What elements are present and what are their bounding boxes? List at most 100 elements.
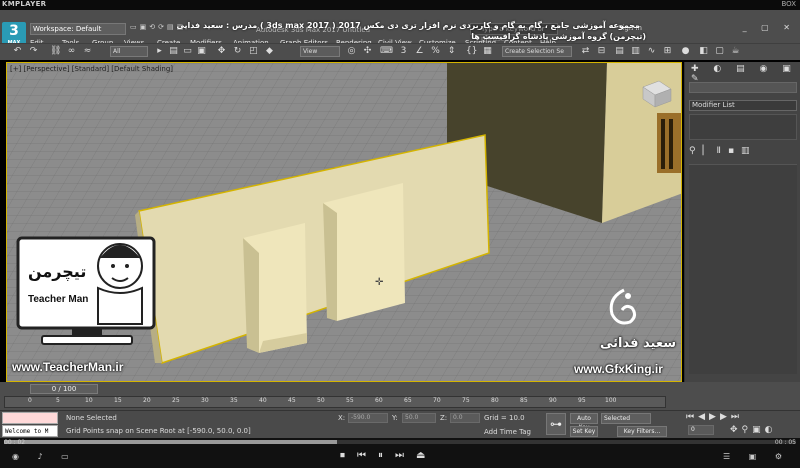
percent-snap-icon[interactable]: % <box>430 46 441 57</box>
place-icon[interactable]: ◆ <box>264 46 275 57</box>
unlink-icon[interactable]: ∞ <box>66 46 77 57</box>
teacherman-latin-logo: Teacher Man <box>28 294 89 305</box>
mirror-icon[interactable]: ⇄ <box>580 46 591 57</box>
app-logo-number: 3 <box>9 23 19 39</box>
y-coordinate-field[interactable]: 50.0 <box>402 413 436 423</box>
reference-coordinate-dropdown[interactable]: View <box>300 46 340 57</box>
tick-label: 65 <box>404 397 412 404</box>
add-time-tag-button[interactable]: Add Time Tag <box>484 428 531 436</box>
select-and-scale-icon[interactable]: ◰ <box>248 46 259 57</box>
course-title-overlay-2: (تیچرمن) گروه آموزشی پادشاه گرافیست ها <box>471 32 646 41</box>
tick-label: 35 <box>230 397 238 404</box>
command-panel-tabs[interactable]: ✚ ◐ ▤ ◉ ▣ ✎ <box>687 64 799 84</box>
tick-label: 95 <box>578 397 586 404</box>
toggle-ribbon-icon[interactable]: ▥ <box>630 46 641 57</box>
keyboard-shortcut-icon[interactable]: ⌨ <box>380 46 393 57</box>
z-coordinate-field[interactable]: 0.0 <box>450 413 480 423</box>
gfxking-author-name: سعید فدائی <box>600 336 676 351</box>
tick-label: 70 <box>433 397 441 404</box>
rendered-frame-window-icon[interactable]: ▢ <box>714 46 725 57</box>
viewport-label[interactable]: [+] [Perspective] [Standard] [Default Sh… <box>10 65 173 73</box>
player-logo: KMPLAYER <box>2 0 47 8</box>
select-and-move-icon[interactable]: ✥ <box>216 46 227 57</box>
modifier-list-dropdown[interactable]: Modifier List <box>689 100 797 111</box>
key-filters-button[interactable]: Key Filters... <box>617 426 667 437</box>
snap-toggle-icon[interactable]: 3 <box>398 46 409 57</box>
undo-icon[interactable]: ↶ <box>12 46 23 57</box>
x-label: X: <box>338 414 346 422</box>
player-right-controls[interactable]: ☰ ▣ ⚙ <box>723 452 790 461</box>
named-selection-icon[interactable]: ▦ <box>482 46 493 57</box>
object-name-field[interactable] <box>689 82 797 93</box>
tick-label: 60 <box>375 397 383 404</box>
select-by-name-icon[interactable]: ▤ <box>168 46 179 57</box>
named-selection-sets-dropdown[interactable]: Create Selection Se <box>502 46 572 57</box>
maxscript-listener-input[interactable]: Welcome to M <box>2 425 58 437</box>
spinner-snap-icon[interactable]: ⇕ <box>446 46 457 57</box>
current-frame-field[interactable]: 0 <box>688 425 714 435</box>
playback-progress-bar[interactable] <box>4 440 796 444</box>
navigation-controls[interactable]: ✥⚲▣◐ <box>730 425 777 435</box>
schematic-view-icon[interactable]: ⊞ <box>662 46 673 57</box>
select-object-icon[interactable]: ▸ <box>154 46 165 57</box>
edit-named-selection-icon[interactable]: {} <box>466 46 477 57</box>
command-panel-rollouts <box>689 164 797 374</box>
status-bar: Welcome to M None Selected Grid Points s… <box>0 410 800 438</box>
key-selection-dropdown[interactable]: Selected <box>601 413 651 424</box>
svg-text:✛: ✛ <box>375 277 384 288</box>
selection-status: None Selected <box>66 414 117 422</box>
tick-label: 80 <box>491 397 499 404</box>
tick-label: 50 <box>317 397 325 404</box>
tick-label: 0 <box>28 397 32 404</box>
tick-label: 15 <box>114 397 122 404</box>
select-manipulate-icon[interactable]: ✣ <box>362 46 373 57</box>
maxscript-mini-listener[interactable] <box>2 412 58 424</box>
bind-space-warp-icon[interactable]: ≈ <box>82 46 93 57</box>
render-setup-icon[interactable]: ◧ <box>698 46 709 57</box>
curve-editor-icon[interactable]: ∿ <box>646 46 657 57</box>
player-transport-controls[interactable]: ⏹⏮⏸⏭⏏ <box>340 450 437 461</box>
playback-controls[interactable]: ⏮◀▶▶⏭ <box>686 412 743 422</box>
window-controls[interactable]: _ ▢ ✕ <box>743 23 796 32</box>
set-key-big-icon[interactable]: ⊶ <box>546 413 566 435</box>
course-title-overlay-1: مجموعه آموزشی جامع ، گام به گام و کاربرد… <box>176 21 640 30</box>
material-editor-icon[interactable]: ● <box>680 46 691 57</box>
selection-filter-dropdown[interactable]: All <box>110 46 148 57</box>
tick-label: 85 <box>520 397 528 404</box>
modifier-stack-tools[interactable]: ⚲▏Ⅱ▪▥ <box>689 146 757 156</box>
link-icon[interactable]: ⛓ <box>50 46 61 57</box>
time-slider-area: 0 / 100 0 5 10 15 20 25 30 35 40 45 50 5… <box>0 382 800 410</box>
tick-label: 100 <box>605 397 617 404</box>
track-bar[interactable] <box>4 396 666 408</box>
tick-label: 55 <box>346 397 354 404</box>
render-production-icon[interactable]: ☕ <box>730 46 741 57</box>
player-left-controls[interactable]: ◉ ♪ ▭ <box>12 452 77 461</box>
teacherman-url: www.TeacherMan.ir <box>12 360 124 374</box>
teacherman-badge: تیچرمن Teacher Man <box>12 228 160 348</box>
set-key-button[interactable]: Set Key <box>570 426 598 437</box>
tick-label: 90 <box>549 397 557 404</box>
layer-explorer-icon[interactable]: ▤ <box>614 46 625 57</box>
angle-snap-icon[interactable]: ∠ <box>414 46 425 57</box>
command-panel: ✚ ◐ ▤ ◉ ▣ ✎ Modifier List ⚲▏Ⅱ▪▥ <box>684 62 800 382</box>
y-label: Y: <box>392 414 398 422</box>
modifier-stack[interactable] <box>689 114 797 140</box>
gfxking-url: www.GfxKing.ir <box>574 362 663 376</box>
window-crossing-icon[interactable]: ▣ <box>196 46 207 57</box>
teacherman-logo <box>16 236 156 345</box>
tick-label: 75 <box>462 397 470 404</box>
align-icon[interactable]: ⊟ <box>596 46 607 57</box>
x-coordinate-field[interactable]: -590.0 <box>348 413 388 423</box>
workspace-dropdown[interactable]: Workspace: Default <box>30 23 126 35</box>
redo-icon[interactable]: ↷ <box>28 46 39 57</box>
tick-label: 45 <box>288 397 296 404</box>
tick-label: 30 <box>201 397 209 404</box>
tick-label: 40 <box>259 397 267 404</box>
select-and-rotate-icon[interactable]: ↻ <box>232 46 243 57</box>
pivot-center-icon[interactable]: ◎ <box>346 46 357 57</box>
rectangular-selection-icon[interactable]: ▭ <box>182 46 193 57</box>
player-box-label[interactable]: BOX <box>781 0 796 8</box>
tick-label: 25 <box>172 397 180 404</box>
time-slider[interactable]: 0 / 100 <box>30 384 98 394</box>
auto-key-button[interactable]: Auto Key <box>570 413 598 431</box>
